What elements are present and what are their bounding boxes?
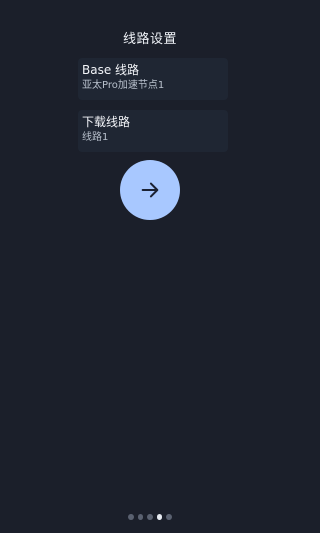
page-title: 线路设置 (122, 32, 177, 47)
page-dot-4 (156, 514, 163, 520)
page-indicator (128, 513, 172, 521)
setting-download-route-title: 下载线路 (82, 115, 131, 129)
page-dot-3 (147, 514, 153, 520)
page-dot-2 (137, 514, 144, 520)
setting-base-route-title: Base 线路 (82, 63, 140, 77)
arrow-right-icon (141, 182, 159, 198)
setting-base-route-value: 亚太Pro加速节点1 (82, 80, 165, 91)
setting-download-route[interactable]: 下载线路 线路1 (78, 110, 228, 152)
next-button[interactable] (120, 160, 180, 220)
setting-base-route[interactable]: Base 线路 亚太Pro加速节点1 (78, 58, 228, 100)
page-dot-1 (128, 514, 134, 520)
setup-screen: 线路设置 Base 线路 亚太Pro加速节点1 下载线路 线路1 (0, 0, 300, 533)
page-dot-5 (166, 514, 172, 520)
setting-download-route-value: 线路1 (82, 132, 109, 143)
